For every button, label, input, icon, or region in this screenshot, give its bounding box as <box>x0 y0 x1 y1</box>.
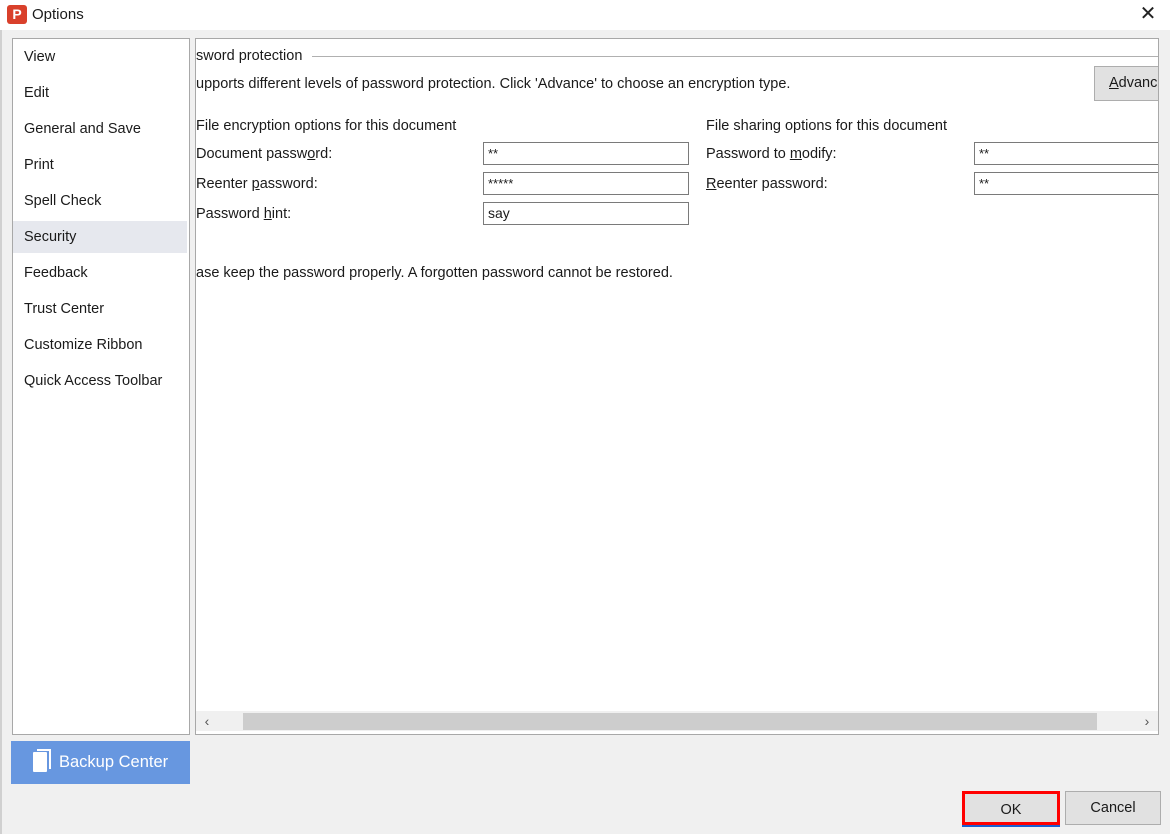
sharing-title: File sharing options for this document <box>706 118 947 134</box>
sidebar-item-customize-ribbon[interactable]: Customize Ribbon <box>13 329 187 361</box>
title-bar: P Options ✕ <box>0 0 1170 30</box>
scrollbar-thumb[interactable] <box>243 713 1097 730</box>
advance-button[interactable]: Advanc <box>1094 66 1158 101</box>
description: upports different levels of password pro… <box>196 76 791 92</box>
reenter-password-input[interactable]: ***** <box>483 172 689 195</box>
document-password-label: Document password: <box>196 146 333 162</box>
window-title: Options <box>32 6 84 23</box>
password-hint-label: Password hint: <box>196 206 292 222</box>
sidebar: View Edit General and Save Print Spell Check… <box>12 38 190 735</box>
group-divider <box>312 56 1158 57</box>
reenter-password-label: Reenter password: <box>196 176 318 192</box>
sidebar-item-security[interactable]: Security <box>13 221 187 253</box>
sidebar-item-print[interactable]: Print <box>13 149 187 181</box>
backup-center-label: Backup Center <box>59 753 169 771</box>
close-icon[interactable]: ✕ <box>1136 2 1160 26</box>
sharing-reenter-password-input[interactable]: ** <box>974 172 1158 195</box>
sidebar-item-view[interactable]: View <box>13 41 187 73</box>
sidebar-item-edit[interactable]: Edit <box>13 77 187 109</box>
sidebar-item-feedback[interactable]: Feedback <box>13 257 187 289</box>
sidebar-item-general-and-save[interactable]: General and Save <box>13 113 187 145</box>
password-hint-input[interactable]: say <box>483 202 689 225</box>
scroll-left-icon[interactable]: ‹ <box>200 711 214 731</box>
encryption-title: File encryption options for this documen… <box>196 118 457 134</box>
ok-button[interactable]: OK <box>962 791 1060 825</box>
cancel-button[interactable]: Cancel <box>1065 791 1161 825</box>
document-password-input[interactable]: ** <box>483 142 689 165</box>
backup-icon <box>33 749 51 772</box>
sharing-reenter-password-label: Reenter password: <box>706 176 828 192</box>
password-to-modify-input[interactable]: ** <box>974 142 1158 165</box>
password-to-modify-label: Password to modify: <box>706 146 837 162</box>
sidebar-item-spell-check[interactable]: Spell Check <box>13 185 187 217</box>
sidebar-item-quick-access-toolbar[interactable]: Quick Access Toolbar <box>13 365 187 397</box>
horizontal-scrollbar[interactable]: ‹ › <box>196 711 1158 731</box>
warning-text: ase keep the password properly. A forgot… <box>196 265 673 281</box>
group-title: sword protection <box>196 48 303 64</box>
backup-center-button[interactable]: Backup Center <box>11 741 190 784</box>
sidebar-item-trust-center[interactable]: Trust Center <box>13 293 187 325</box>
scroll-right-icon[interactable]: › <box>1140 711 1154 731</box>
window-border <box>0 30 2 834</box>
app-logo-icon: P <box>7 5 27 24</box>
security-panel: sword protection upports different level… <box>195 38 1159 735</box>
